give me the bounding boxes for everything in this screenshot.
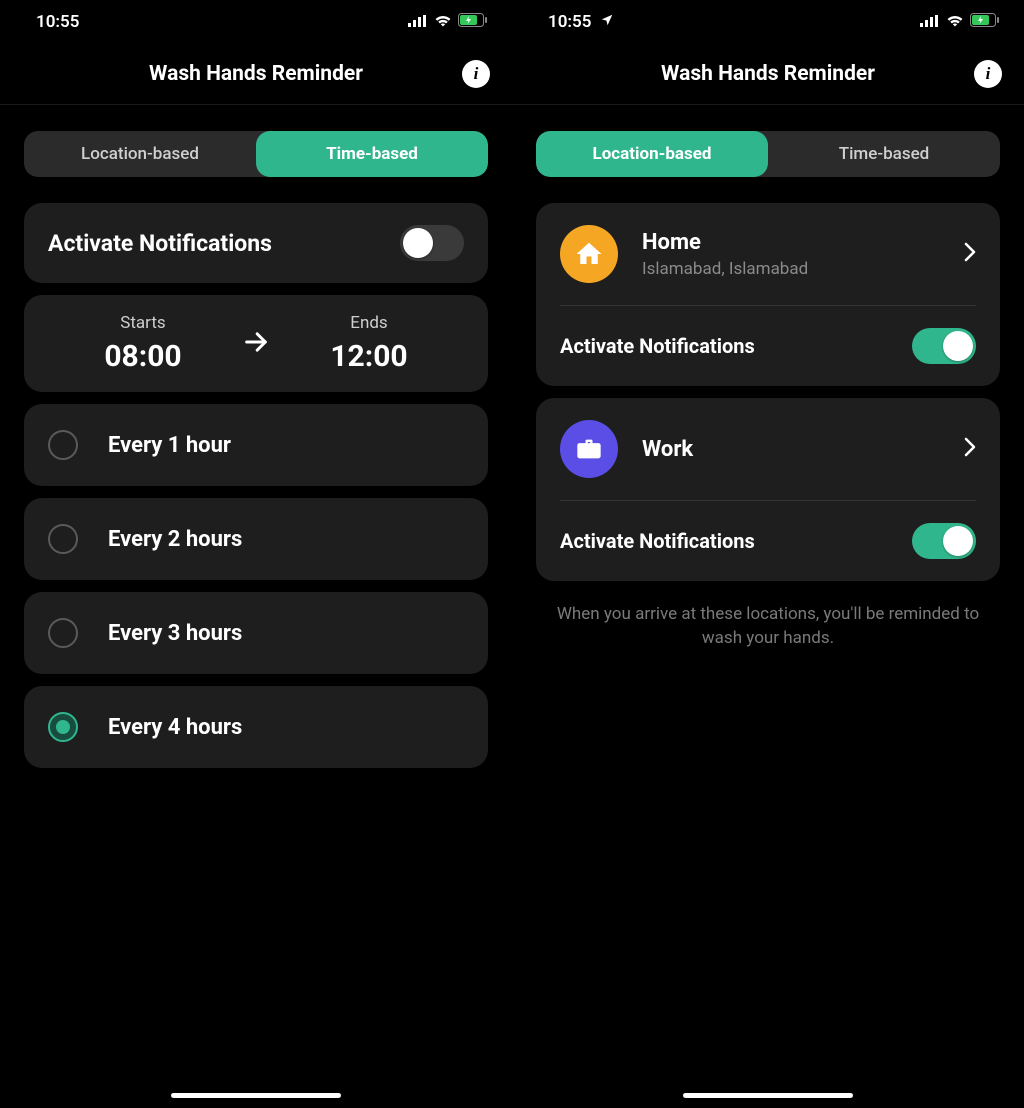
time-range-card[interactable]: Starts 08:00 Ends 12:00	[24, 295, 488, 392]
screen-location-based: 10:55 Wash Hands Reminder i Location-bas…	[512, 0, 1024, 1108]
status-bar: 10:55	[0, 0, 512, 44]
activate-notifications-row: Activate Notifications	[24, 203, 488, 283]
status-time: 10:55	[548, 12, 591, 32]
location-title: Home	[642, 230, 940, 255]
location-text: Home Islamabad, Islamabad	[642, 230, 940, 279]
activate-toggle[interactable]	[400, 225, 464, 261]
home-indicator[interactable]	[683, 1093, 853, 1098]
starts-column: Starts 08:00	[44, 313, 242, 374]
wifi-icon	[434, 12, 452, 32]
status-time-group: 10:55	[548, 12, 614, 32]
page-title: Wash Hands Reminder	[149, 62, 363, 86]
activate-label: Activate Notifications	[560, 529, 755, 553]
screen-time-based: 10:55 Wash Hands Reminder i Location-bas…	[0, 0, 512, 1108]
nav-header: Wash Hands Reminder i	[512, 44, 1024, 104]
content: Location-based Time-based Home Islamabad…	[512, 105, 1024, 651]
ends-value: 12:00	[330, 339, 407, 374]
location-text: Work	[642, 437, 940, 462]
chevron-right-icon	[964, 437, 976, 461]
cellular-icon	[408, 12, 428, 32]
status-time: 10:55	[36, 12, 79, 32]
radio-icon	[48, 524, 78, 554]
hint-text: When you arrive at these locations, you'…	[536, 593, 1000, 651]
location-card-home: Home Islamabad, Islamabad Activate Notif…	[536, 203, 1000, 386]
option-label: Every 1 hour	[108, 433, 231, 458]
location-arrow-icon	[600, 12, 614, 32]
tab-time-based[interactable]: Time-based	[768, 131, 1000, 177]
divider	[560, 305, 976, 306]
nav-header: Wash Hands Reminder i	[0, 44, 512, 104]
starts-value: 08:00	[104, 339, 181, 374]
activate-toggle[interactable]	[912, 328, 976, 364]
status-bar: 10:55	[512, 0, 1024, 44]
activate-row: Activate Notifications	[560, 523, 976, 559]
location-subtitle: Islamabad, Islamabad	[642, 259, 940, 279]
home-icon	[560, 225, 618, 283]
battery-icon	[458, 12, 488, 32]
tab-time-based[interactable]: Time-based	[256, 131, 488, 177]
radio-icon	[48, 618, 78, 648]
location-card-work: Work Activate Notifications	[536, 398, 1000, 581]
home-indicator[interactable]	[171, 1093, 341, 1098]
status-icons	[920, 12, 1000, 32]
option-label: Every 4 hours	[108, 715, 242, 740]
location-header[interactable]: Home Islamabad, Islamabad	[560, 225, 976, 283]
activate-label: Activate Notifications	[560, 334, 755, 358]
tab-location-based[interactable]: Location-based	[536, 131, 768, 177]
content: Location-based Time-based Activate Notif…	[0, 105, 512, 768]
page-title: Wash Hands Reminder	[661, 62, 875, 86]
option-label: Every 3 hours	[108, 621, 242, 646]
interval-option-3h[interactable]: Every 3 hours	[24, 592, 488, 674]
arrow-right-icon	[242, 328, 270, 360]
ends-column: Ends 12:00	[270, 313, 468, 374]
activate-toggle[interactable]	[912, 523, 976, 559]
info-button[interactable]: i	[462, 60, 490, 88]
tab-segmented-control: Location-based Time-based	[24, 131, 488, 177]
divider	[560, 500, 976, 501]
activate-label: Activate Notifications	[48, 230, 272, 257]
interval-option-2h[interactable]: Every 2 hours	[24, 498, 488, 580]
info-button[interactable]: i	[974, 60, 1002, 88]
location-header[interactable]: Work	[560, 420, 976, 478]
starts-label: Starts	[120, 313, 165, 333]
tab-location-based[interactable]: Location-based	[24, 131, 256, 177]
interval-option-4h[interactable]: Every 4 hours	[24, 686, 488, 768]
status-icons	[408, 12, 488, 32]
ends-label: Ends	[350, 313, 387, 333]
cellular-icon	[920, 12, 940, 32]
activate-row: Activate Notifications	[560, 328, 976, 364]
option-label: Every 2 hours	[108, 527, 242, 552]
briefcase-icon	[560, 420, 618, 478]
radio-icon	[48, 430, 78, 460]
chevron-right-icon	[964, 242, 976, 266]
battery-icon	[970, 12, 1000, 32]
radio-icon	[48, 712, 78, 742]
interval-option-1h[interactable]: Every 1 hour	[24, 404, 488, 486]
tab-segmented-control: Location-based Time-based	[536, 131, 1000, 177]
location-title: Work	[642, 437, 940, 462]
wifi-icon	[946, 12, 964, 32]
